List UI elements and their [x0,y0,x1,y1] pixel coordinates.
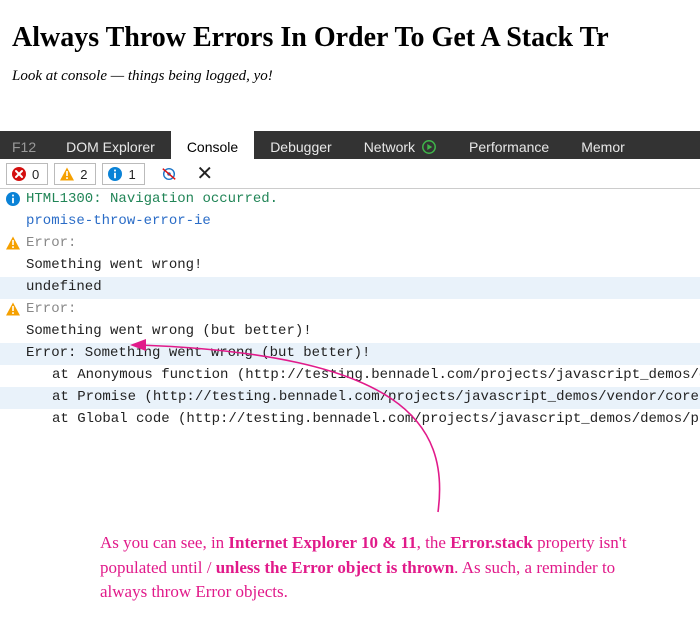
page-title: Always Throw Errors In Order To Get A St… [12,22,700,54]
tab-network[interactable]: Network [348,131,453,159]
console-output: HTML1300: Navigation occurred. promise-t… [0,189,700,431]
console-stack-frame: at Global code (http://testing.bennadel.… [0,409,700,431]
devtools-panel: F12 DOM Explorer Console Debugger Networ… [0,131,700,431]
console-stack-frame: at Anonymous function (http://testing.be… [0,365,700,387]
warning-icon [59,166,75,182]
play-ring-icon [421,139,437,155]
info-icon [5,191,21,207]
console-info-code: HTML1300: [26,191,102,207]
tab-console[interactable]: Console [171,131,254,159]
warning-count: 2 [80,167,87,182]
clear-console-button[interactable]: ✕ [193,162,217,186]
tab-f12[interactable]: F12 [0,131,50,159]
devtools-tabstrip: F12 DOM Explorer Console Debugger Networ… [0,131,700,159]
annotation-block: As you can see, in Internet Explorer 10 … [0,461,700,622]
error-count: 0 [32,167,39,182]
console-text-line: Something went wrong (but better)! [0,321,700,343]
info-filter-chip[interactable]: 1 [102,163,144,185]
target-toggle-button[interactable] [157,162,181,186]
tab-memory[interactable]: Memor [565,131,641,159]
console-warning-entry[interactable]: Error: [0,233,700,255]
console-stack-frame: at Promise (http://testing.bennadel.com/… [0,387,700,409]
console-text-line: Something went wrong! [0,255,700,277]
info-icon [107,166,123,182]
page-subtitle: Look at console — things being logged, y… [12,68,700,85]
tab-dom-explorer[interactable]: DOM Explorer [50,131,171,159]
console-warning-entry[interactable]: Error: [0,299,700,321]
info-count: 1 [128,167,135,182]
console-info-text: Navigation occurred. [110,191,278,207]
console-stack-head: Error: Something went wrong (but better)… [0,343,700,365]
tab-network-label: Network [364,139,415,155]
target-icon [161,166,177,182]
console-info-entry[interactable]: HTML1300: Navigation occurred. [0,189,700,211]
warning-filter-chip[interactable]: 2 [54,163,96,185]
tab-performance[interactable]: Performance [453,131,565,159]
warning-icon [5,301,21,317]
error-icon [11,166,27,182]
console-toolbar: 0 2 1 ✕ [0,159,700,189]
tab-debugger[interactable]: Debugger [254,131,348,159]
close-icon: ✕ [196,164,213,184]
console-info-source[interactable]: promise-throw-error-ie [0,211,700,233]
console-text-line: undefined [0,277,700,299]
warning-icon [5,235,21,251]
error-filter-chip[interactable]: 0 [6,163,48,185]
